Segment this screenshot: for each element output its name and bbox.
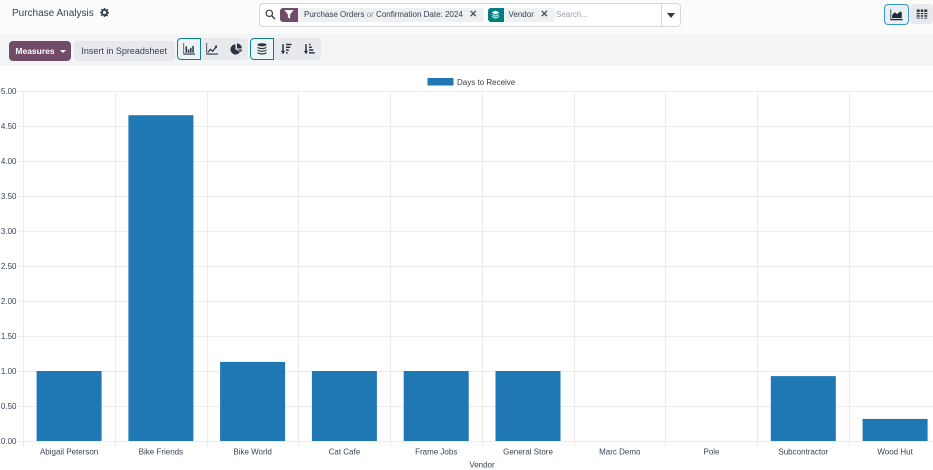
- svg-text:Marc Demo: Marc Demo: [599, 448, 641, 457]
- svg-text:5.00: 5.00: [1, 87, 17, 96]
- svg-text:3.00: 3.00: [1, 227, 17, 236]
- svg-text:4.50: 4.50: [1, 122, 17, 131]
- svg-text:General Store: General Store: [503, 448, 553, 457]
- svg-text:1.50: 1.50: [1, 332, 17, 341]
- svg-text:Frame Jobs: Frame Jobs: [415, 448, 457, 457]
- svg-text:0.00: 0.00: [1, 437, 17, 446]
- svg-text:Wood Hut: Wood Hut: [877, 448, 913, 457]
- svg-text:2.50: 2.50: [1, 262, 17, 271]
- svg-text:Vendor: Vendor: [469, 461, 495, 470]
- svg-text:Abigail Peterson: Abigail Peterson: [40, 448, 98, 457]
- svg-text:2.00: 2.00: [1, 297, 17, 306]
- svg-text:3.50: 3.50: [1, 192, 17, 201]
- svg-text:Subcontractor: Subcontractor: [778, 448, 828, 457]
- svg-text:Bike Friends: Bike Friends: [139, 448, 183, 457]
- svg-text:4.00: 4.00: [1, 157, 17, 166]
- svg-text:0.50: 0.50: [1, 402, 17, 411]
- svg-text:Bike World: Bike World: [233, 448, 272, 457]
- svg-text:Days to Receive: Days to Receive: [457, 78, 516, 87]
- svg-text:1.00: 1.00: [1, 367, 17, 376]
- svg-text:Cat Cafe: Cat Cafe: [329, 448, 361, 457]
- svg-text:Pole: Pole: [703, 448, 720, 457]
